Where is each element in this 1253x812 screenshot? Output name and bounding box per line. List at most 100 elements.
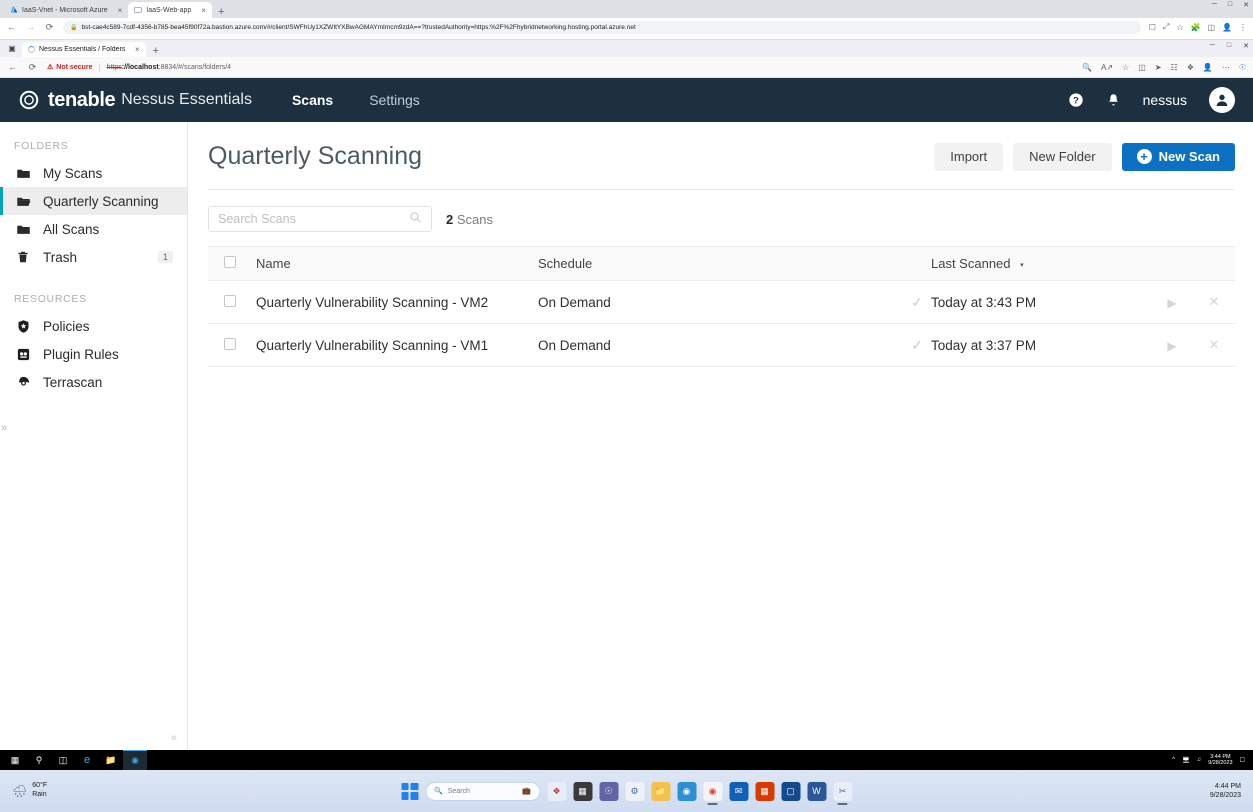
volume-icon[interactable]: ♫ (1197, 757, 1202, 763)
scan-name[interactable]: Quarterly Vulnerability Scanning - VM2 (256, 280, 538, 324)
zoom-icon[interactable]: 🔍 (1082, 63, 1092, 72)
copilot-icon[interactable]: ❖ (547, 781, 566, 801)
launch-scan-button[interactable]: ▶ (1151, 323, 1193, 367)
row-checkbox-cell[interactable] (208, 323, 256, 367)
profile-icon[interactable]: 👤 (1203, 63, 1213, 72)
outer-address-bar[interactable]: 🔒 bst-cae4c589-7cdf-4356-b785-bea45f90f7… (63, 20, 1141, 34)
task-view-icon[interactable]: ◫ (51, 750, 75, 770)
back-icon[interactable]: ← (6, 22, 17, 32)
close-x-icon[interactable]: ✕ (1209, 294, 1220, 309)
search-scans-box[interactable] (208, 206, 432, 232)
browser-essentials-icon[interactable]: ☷ (1171, 63, 1178, 72)
back-icon[interactable]: ← (7, 62, 18, 72)
close-icon[interactable]: × (135, 45, 140, 54)
search-icon[interactable]: ⚲ (27, 750, 51, 770)
scan-name[interactable]: Quarterly Vulnerability Scanning - VM1 (256, 323, 538, 367)
office-icon[interactable]: ▦ (755, 781, 774, 801)
weather-widget[interactable]: 🌧 60°F Rain (0, 782, 47, 800)
folder-icon[interactable]: 📁 (651, 781, 670, 801)
copilot-icon[interactable]: ❖ (1187, 63, 1194, 72)
show-hidden-icon[interactable]: ^ (1172, 757, 1175, 763)
edge-icon[interactable]: ◉ (677, 781, 696, 801)
file-explorer-icon[interactable]: 📁 (99, 750, 123, 770)
app-window-icon[interactable]: ▣ (2, 40, 22, 57)
table-row[interactable]: Quarterly Vulnerability Scanning - VM2 O… (208, 280, 1235, 324)
bookmark-star-icon[interactable]: ☆ (1176, 23, 1183, 32)
microsoft-edge-icon[interactable]: ◉ (123, 750, 147, 770)
table-row[interactable]: Quarterly Vulnerability Scanning - VM1 O… (208, 323, 1235, 367)
windows-start-icon[interactable]: ▦ (3, 750, 27, 770)
new-tab-button[interactable]: + (153, 46, 159, 57)
minimize-icon[interactable]: ─ (1210, 42, 1215, 50)
forward-icon[interactable]: → (25, 22, 36, 32)
settings-icon[interactable]: ⚙ (625, 781, 644, 801)
sidebar-collapse-button[interactable]: « (171, 732, 177, 744)
new-tab-button[interactable]: + (218, 7, 224, 18)
maximize-icon[interactable]: □ (1227, 42, 1231, 50)
close-icon[interactable]: × (201, 6, 206, 15)
internet-explorer-icon[interactable]: e (75, 750, 99, 770)
outer-tab-webapp[interactable]: IaaS-Web-app × (128, 2, 212, 18)
minimize-icon[interactable]: ─ (1212, 1, 1217, 9)
sidebar-item-terrascan[interactable]: Terrascan (0, 368, 187, 396)
inner-address-bar[interactable]: ⚠ Not secure | https://localhost:8834/#/… (47, 63, 1073, 72)
close-icon[interactable]: × (118, 6, 123, 15)
search-icon[interactable] (409, 211, 422, 227)
row-checkbox-cell[interactable] (208, 280, 256, 324)
nav-tab-scans[interactable]: Scans (292, 92, 333, 108)
store-icon[interactable]: ▢ (781, 781, 800, 801)
read-aloud-icon[interactable]: A↗ (1101, 63, 1113, 72)
cast-icon[interactable]: ☐ (1149, 23, 1156, 32)
new-folder-button[interactable]: New Folder (1013, 142, 1112, 171)
snip-icon[interactable]: ✂ (833, 781, 852, 801)
close-window-icon[interactable]: ✕ (1243, 1, 1249, 9)
bing-icon[interactable]: ☉ (1239, 63, 1246, 72)
close-window-icon[interactable]: ✕ (1243, 42, 1249, 50)
nav-tab-settings[interactable]: Settings (369, 92, 420, 108)
teams-icon[interactable]: ☉ (599, 781, 618, 801)
share-icon[interactable]: ⤢ (1163, 22, 1169, 32)
launch-scan-button[interactable]: ▶ (1151, 280, 1193, 324)
delete-scan-button[interactable]: ✕ (1193, 323, 1235, 367)
user-avatar-icon[interactable] (1209, 87, 1235, 113)
settings-more-icon[interactable]: ⋯ (1222, 63, 1230, 72)
sidebar-item-policies[interactable]: Policies (0, 312, 187, 340)
more-kebab-icon[interactable]: ⋮ (1239, 23, 1247, 32)
import-button[interactable]: Import (934, 142, 1004, 171)
reload-icon[interactable]: ⟳ (44, 22, 55, 33)
inner-tab-nessus[interactable]: Nessus Essentials / Folders / Cus × (22, 42, 146, 57)
outlook-icon[interactable]: ✉ (729, 781, 748, 801)
profile-avatar-icon[interactable]: 👤 (1222, 23, 1232, 32)
delete-scan-button[interactable]: ✕ (1193, 280, 1235, 324)
column-header-schedule[interactable]: Schedule (538, 246, 903, 281)
sidebar-expand-button[interactable]: » (1, 422, 7, 434)
sidebar-item-quarterly-scanning[interactable]: Quarterly Scanning (0, 187, 187, 215)
sidepanel-icon[interactable]: ◫ (1207, 23, 1215, 32)
column-header-last-scanned[interactable]: Last Scanned ▾ (931, 246, 1151, 281)
help-question-icon[interactable]: ? (1068, 92, 1084, 108)
file-explorer-icon[interactable]: ▦ (573, 781, 592, 801)
play-icon[interactable]: ▶ (1167, 339, 1176, 353)
taskbar-search-box[interactable]: 🔍 Search 💼 (425, 781, 540, 801)
action-center-icon[interactable]: ☐ (1240, 757, 1245, 764)
bell-icon[interactable] (1106, 93, 1121, 108)
new-scan-button[interactable]: + New Scan (1121, 142, 1235, 171)
sidebar-item-trash[interactable]: Trash 1 (0, 243, 187, 271)
sidebar-item-my-scans[interactable]: My Scans (0, 159, 187, 187)
column-header-name[interactable]: Name (256, 246, 538, 281)
split-screen-icon[interactable]: ◫ (1138, 63, 1146, 72)
outer-tab-azure[interactable]: IaaS-Vnet - Microsoft Azure × (4, 2, 129, 18)
not-secure-badge[interactable]: ⚠ Not secure (47, 63, 92, 72)
select-all-header[interactable] (208, 246, 256, 281)
maximize-icon[interactable]: □ (1228, 1, 1232, 9)
network-icon[interactable]: 🖥 (1182, 757, 1190, 764)
inner-taskbar-clock[interactable]: 3:44 PM 9/28/2023 (1208, 754, 1232, 767)
search-input[interactable] (218, 212, 409, 226)
reload-icon[interactable]: ⟳ (27, 62, 38, 73)
checkbox-icon[interactable] (224, 337, 236, 350)
outer-taskbar-clock[interactable]: 4:44 PM 9/28/2023 (1210, 782, 1253, 800)
sidebar-item-all-scans[interactable]: All Scans (0, 215, 187, 243)
windows-start-icon[interactable] (401, 782, 418, 800)
word-icon[interactable]: W (807, 781, 826, 801)
briefcase-icon[interactable]: 💼 (522, 787, 531, 795)
